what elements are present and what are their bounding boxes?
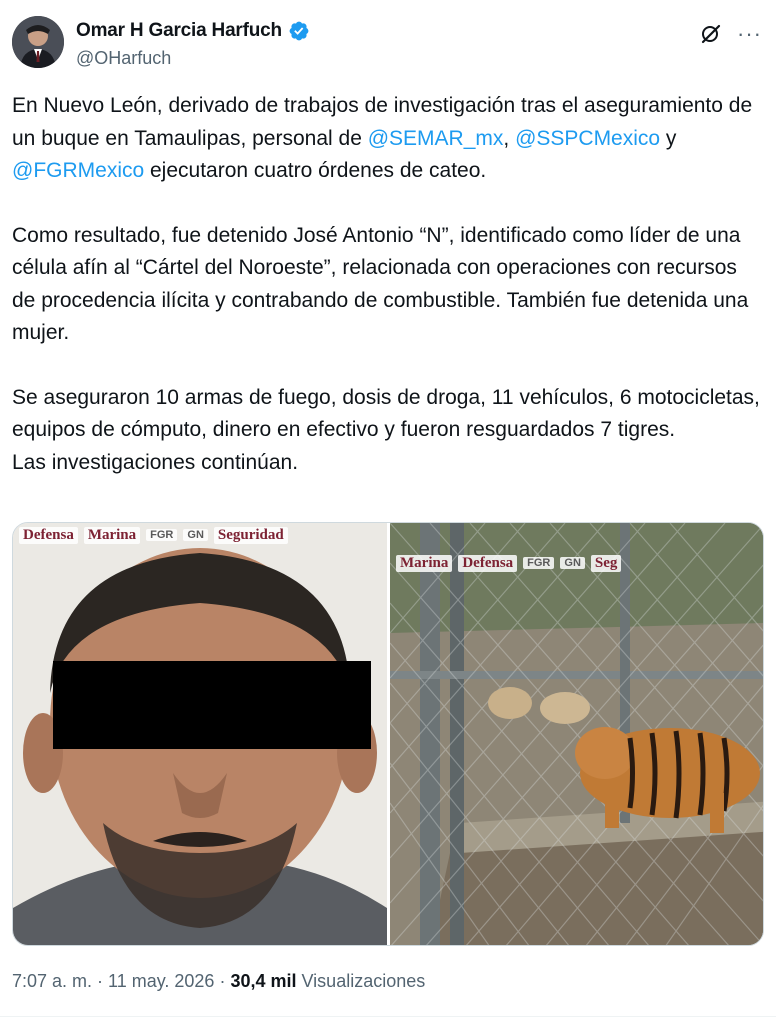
tweet-text-segment: y <box>660 126 677 150</box>
logo-seguridad: Seguridad <box>213 526 288 544</box>
tweet-paragraph-2: Como resultado, fue detenido José Antoni… <box>12 223 749 345</box>
tweet-media: Defensa Marina FGR GN Seguridad Marina D… <box>12 522 764 946</box>
meta-separator: · <box>214 971 231 991</box>
logo-marina: Marina <box>83 526 141 544</box>
tweet-meta: 7:07 a. m. · 11 may. 2026 · 30,4 mil Vis… <box>12 971 425 992</box>
tweet-paragraph-4: Las investigaciones continúan. <box>12 450 299 474</box>
author-handle[interactable]: @OHarfuch <box>76 48 171 69</box>
censor-bar <box>53 661 371 749</box>
logo-defensa: Defensa <box>19 526 78 544</box>
avatar[interactable] <box>12 16 64 68</box>
media-photo-detainee[interactable]: Defensa Marina FGR GN Seguridad <box>13 523 387 945</box>
mention-link[interactable]: @SSPCMexico <box>515 127 660 150</box>
divider <box>0 1016 776 1017</box>
institution-logos-right: Marina Defensa FGR GN Seg <box>390 551 763 575</box>
logo-gn: GN <box>183 529 208 541</box>
verified-badge-icon <box>289 21 309 41</box>
logo-fgr-right: FGR <box>523 557 555 569</box>
tweet-text: En Nuevo León, derivado de trabajos de i… <box>12 90 764 479</box>
tigers-photo-image <box>390 523 763 945</box>
logo-gn-right: GN <box>560 557 585 569</box>
media-photo-tigers[interactable]: Marina Defensa FGR GN Seg <box>390 523 763 945</box>
tweet-paragraph-3: Se aseguraron 10 armas de fuego, dosis d… <box>12 385 760 442</box>
tweet-date[interactable]: 11 may. 2026 <box>108 971 214 991</box>
logo-seguridad-right: Seg <box>590 554 622 572</box>
logo-fgr: FGR <box>146 529 178 541</box>
author-name-row[interactable]: Omar H Garcia Harfuch <box>76 20 310 42</box>
avatar-icon <box>12 16 64 68</box>
tweet-text-segment: , <box>503 126 516 150</box>
mention-link[interactable]: @FGRMexico <box>12 159 144 182</box>
author-display-name[interactable]: Omar H Garcia Harfuch <box>76 20 282 42</box>
mention-link[interactable]: @SEMAR_mx <box>368 127 504 150</box>
logo-marina-right: Marina <box>396 554 453 572</box>
more-options-icon[interactable]: ··· <box>737 23 762 45</box>
tweet-time[interactable]: 7:07 a. m. <box>12 971 92 991</box>
tweet-text-segment: ejecutaron cuatro órdenes de cateo. <box>144 159 487 182</box>
logo-defensa-right: Defensa <box>458 554 518 572</box>
views-label[interactable]: Visualizaciones <box>297 971 426 991</box>
tweet-paragraph-1: En Nuevo León, derivado de trabajos de i… <box>12 90 764 188</box>
grok-icon[interactable] <box>699 22 723 46</box>
view-count: 30,4 mil <box>230 971 297 991</box>
tweet-actions-top: ··· <box>699 22 762 46</box>
institution-logos-left: Defensa Marina FGR GN Seguridad <box>13 523 387 547</box>
meta-separator: · <box>92 971 109 991</box>
